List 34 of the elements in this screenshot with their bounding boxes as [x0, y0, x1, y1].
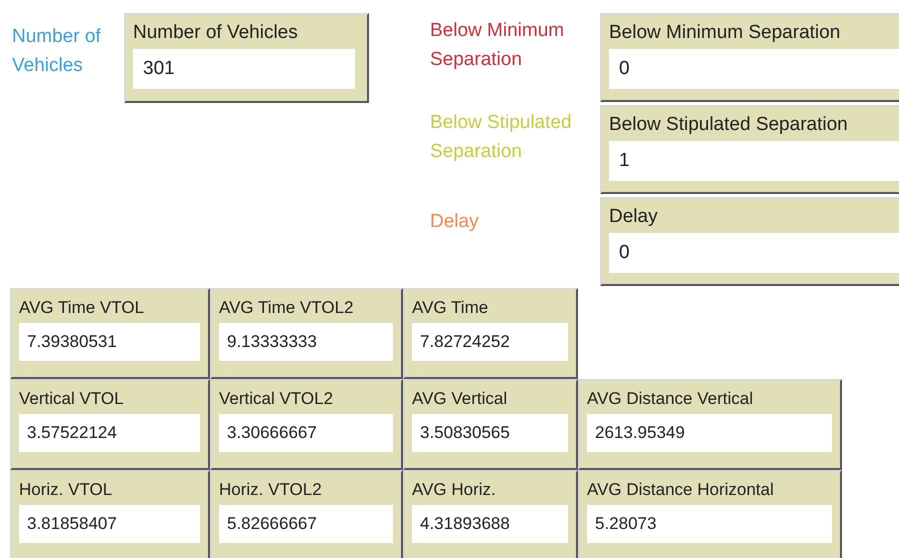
monitor-title: AVG Distance Vertical [587, 388, 754, 410]
monitor-value: 0 [609, 49, 899, 89]
monitor-value: 3.81858407 [19, 505, 200, 543]
monitor-value: 5.82666667 [219, 505, 393, 543]
monitor-value: 7.39380531 [19, 323, 200, 361]
monitor-title: Vertical VTOL [19, 388, 125, 410]
monitor-value: 0 [609, 233, 899, 273]
monitor-title: Horiz. VTOL2 [219, 479, 323, 501]
monitor-title: AVG Time VTOL2 [219, 297, 354, 319]
monitor-value: 7.82724252 [412, 323, 568, 361]
monitor-value: 3.30666667 [219, 414, 393, 452]
monitor-title: Below Stipulated Separation [609, 113, 849, 137]
monitor-title: Number of Vehicles [133, 21, 299, 45]
monitor-value: 4.31893688 [412, 505, 568, 543]
monitor-value: 9.13333333 [219, 323, 393, 361]
monitor-value: 1 [609, 141, 899, 181]
monitor-value: 301 [133, 49, 355, 89]
monitor-title: AVG Vertical [412, 388, 508, 410]
monitor-title: Vertical VTOL2 [219, 388, 334, 410]
monitor-title: Horiz. VTOL [19, 479, 114, 501]
note-label: Delay [429, 210, 480, 234]
monitor-title: AVG Time VTOL [19, 297, 146, 319]
note-label: Below Stipulated Separation [429, 111, 573, 164]
monitor-value: 3.50830565 [412, 414, 568, 452]
monitor-value: 3.57522124 [19, 414, 200, 452]
monitor-value: 2613.95349 [587, 414, 832, 452]
note-label: Number of Vehicles [12, 25, 102, 78]
monitor-title: Below Minimum Separation [609, 21, 842, 45]
monitor-value: 5.28073 [587, 505, 832, 543]
monitor-title: Delay [609, 205, 659, 229]
monitor-title: AVG Distance Horizontal [587, 479, 775, 501]
note-label: Below Minimum Separation [429, 19, 566, 72]
monitor-title: AVG Time [412, 297, 490, 319]
monitor-title: AVG Horiz. [412, 479, 497, 501]
